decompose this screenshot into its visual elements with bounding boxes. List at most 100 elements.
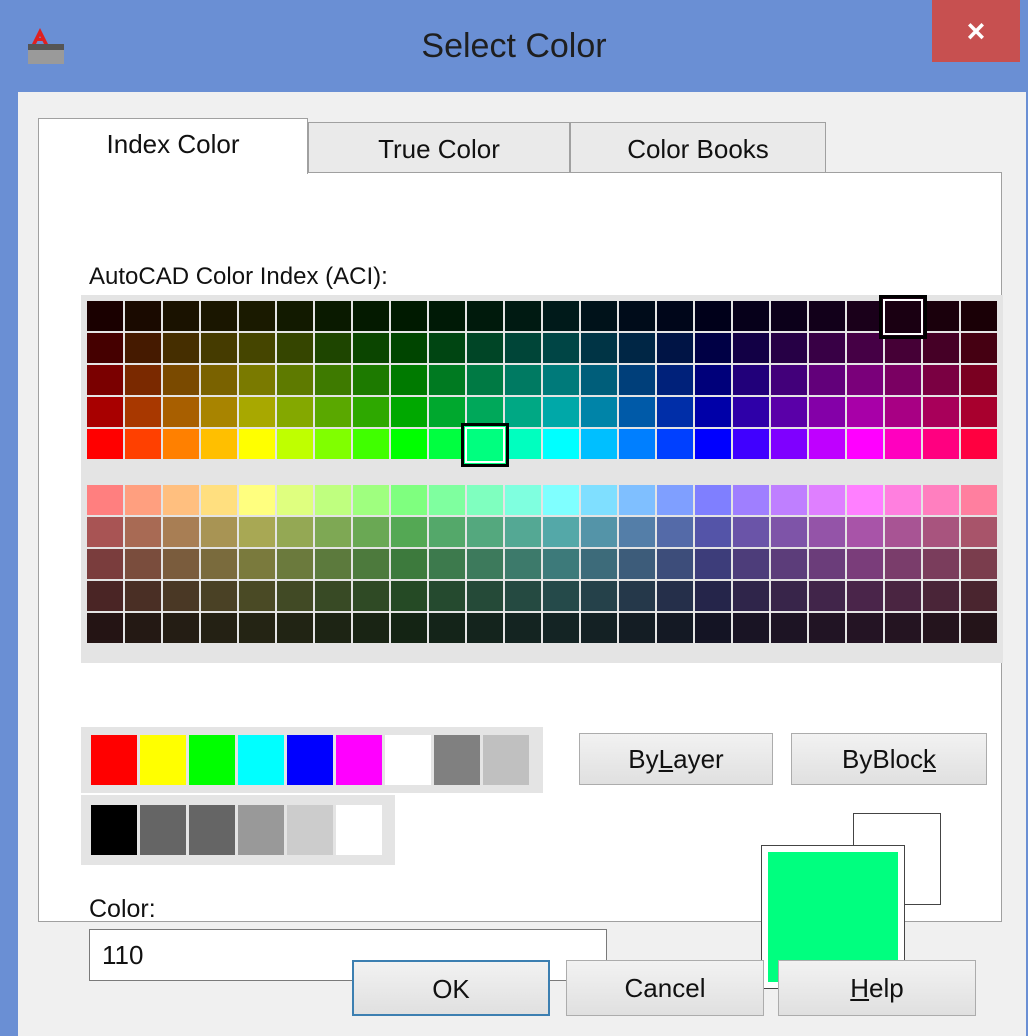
aci-swatch[interactable] <box>619 485 655 515</box>
aci-swatch[interactable] <box>771 549 807 579</box>
aci-swatch[interactable] <box>87 397 123 427</box>
aci-swatch[interactable] <box>961 333 997 363</box>
aci-swatch[interactable] <box>201 549 237 579</box>
aci-swatch[interactable] <box>581 485 617 515</box>
aci-swatch[interactable] <box>125 549 161 579</box>
gray-color-swatch[interactable] <box>238 805 284 855</box>
aci-swatch[interactable] <box>771 485 807 515</box>
aci-swatch[interactable] <box>619 613 655 643</box>
aci-swatch[interactable] <box>961 581 997 611</box>
aci-swatch[interactable] <box>771 581 807 611</box>
aci-swatch[interactable] <box>353 301 389 331</box>
aci-swatch[interactable] <box>809 429 845 459</box>
aci-swatch[interactable] <box>809 517 845 547</box>
aci-swatch[interactable] <box>771 613 807 643</box>
aci-swatch[interactable] <box>125 613 161 643</box>
gray-color-swatch[interactable] <box>91 805 137 855</box>
aci-swatch[interactable] <box>353 397 389 427</box>
aci-swatch[interactable] <box>467 485 503 515</box>
gray-color-swatch[interactable] <box>336 805 382 855</box>
standard-color-swatch[interactable] <box>434 735 480 785</box>
aci-swatch[interactable] <box>87 365 123 395</box>
aci-swatch[interactable] <box>619 549 655 579</box>
aci-swatch[interactable] <box>923 397 959 427</box>
aci-swatch[interactable] <box>847 301 883 331</box>
aci-swatch[interactable] <box>619 581 655 611</box>
aci-swatch[interactable] <box>429 333 465 363</box>
standard-color-swatch[interactable] <box>238 735 284 785</box>
aci-swatch[interactable] <box>87 517 123 547</box>
aci-swatch[interactable] <box>771 333 807 363</box>
aci-swatch[interactable] <box>733 549 769 579</box>
aci-swatch[interactable] <box>695 397 731 427</box>
tab-true-color[interactable]: True Color <box>308 122 570 174</box>
aci-swatch[interactable] <box>277 429 313 459</box>
aci-swatch[interactable] <box>505 301 541 331</box>
tab-color-books[interactable]: Color Books <box>570 122 826 174</box>
aci-swatch[interactable] <box>201 517 237 547</box>
gray-color-swatch[interactable] <box>140 805 186 855</box>
aci-swatch[interactable] <box>467 301 503 331</box>
aci-swatch[interactable] <box>315 429 351 459</box>
aci-swatch[interactable] <box>239 397 275 427</box>
aci-swatch[interactable] <box>353 517 389 547</box>
aci-swatch[interactable] <box>391 517 427 547</box>
aci-swatch[interactable] <box>695 549 731 579</box>
aci-swatch[interactable] <box>657 581 693 611</box>
aci-swatch[interactable] <box>87 485 123 515</box>
aci-swatch[interactable] <box>543 581 579 611</box>
aci-swatch[interactable] <box>619 365 655 395</box>
aci-swatch[interactable] <box>429 517 465 547</box>
aci-swatch[interactable] <box>847 485 883 515</box>
aci-swatch[interactable] <box>923 613 959 643</box>
aci-swatch[interactable] <box>581 397 617 427</box>
aci-swatch[interactable] <box>277 397 313 427</box>
aci-swatch[interactable] <box>277 485 313 515</box>
aci-swatch[interactable] <box>695 429 731 459</box>
aci-swatch[interactable] <box>847 429 883 459</box>
aci-swatch[interactable] <box>961 397 997 427</box>
aci-swatch[interactable] <box>809 613 845 643</box>
aci-swatch[interactable] <box>391 581 427 611</box>
aci-swatch[interactable] <box>201 581 237 611</box>
aci-swatch[interactable] <box>201 397 237 427</box>
aci-swatch[interactable] <box>201 613 237 643</box>
aci-swatch[interactable] <box>885 613 921 643</box>
aci-swatch[interactable] <box>771 517 807 547</box>
aci-swatch[interactable] <box>657 429 693 459</box>
aci-swatch[interactable] <box>923 365 959 395</box>
aci-swatch[interactable] <box>391 613 427 643</box>
aci-swatch[interactable] <box>847 581 883 611</box>
aci-swatch[interactable] <box>619 517 655 547</box>
aci-swatch[interactable] <box>581 365 617 395</box>
aci-swatch[interactable] <box>809 397 845 427</box>
aci-swatch[interactable] <box>467 549 503 579</box>
aci-swatch[interactable] <box>505 429 541 459</box>
aci-swatch[interactable] <box>467 365 503 395</box>
aci-swatch[interactable] <box>733 365 769 395</box>
aci-swatch[interactable] <box>543 549 579 579</box>
aci-swatch[interactable] <box>163 429 199 459</box>
aci-swatch[interactable] <box>923 517 959 547</box>
aci-swatch[interactable] <box>239 549 275 579</box>
aci-swatch[interactable] <box>429 397 465 427</box>
aci-swatch[interactable] <box>885 549 921 579</box>
aci-swatch[interactable] <box>467 581 503 611</box>
aci-swatch[interactable] <box>543 301 579 331</box>
aci-swatch[interactable] <box>771 397 807 427</box>
aci-swatch[interactable] <box>125 517 161 547</box>
aci-swatch[interactable] <box>353 429 389 459</box>
standard-color-swatch[interactable] <box>336 735 382 785</box>
aci-swatch[interactable] <box>695 301 731 331</box>
aci-swatch[interactable] <box>239 365 275 395</box>
aci-swatch[interactable] <box>619 301 655 331</box>
aci-swatch[interactable] <box>733 613 769 643</box>
aci-swatch[interactable] <box>543 485 579 515</box>
title-bar[interactable]: Select Color × <box>0 0 1028 92</box>
aci-swatch[interactable] <box>733 333 769 363</box>
aci-swatch[interactable] <box>809 365 845 395</box>
aci-swatch[interactable] <box>619 397 655 427</box>
aci-swatch[interactable] <box>239 485 275 515</box>
aci-swatch[interactable] <box>505 549 541 579</box>
aci-swatch[interactable] <box>581 581 617 611</box>
